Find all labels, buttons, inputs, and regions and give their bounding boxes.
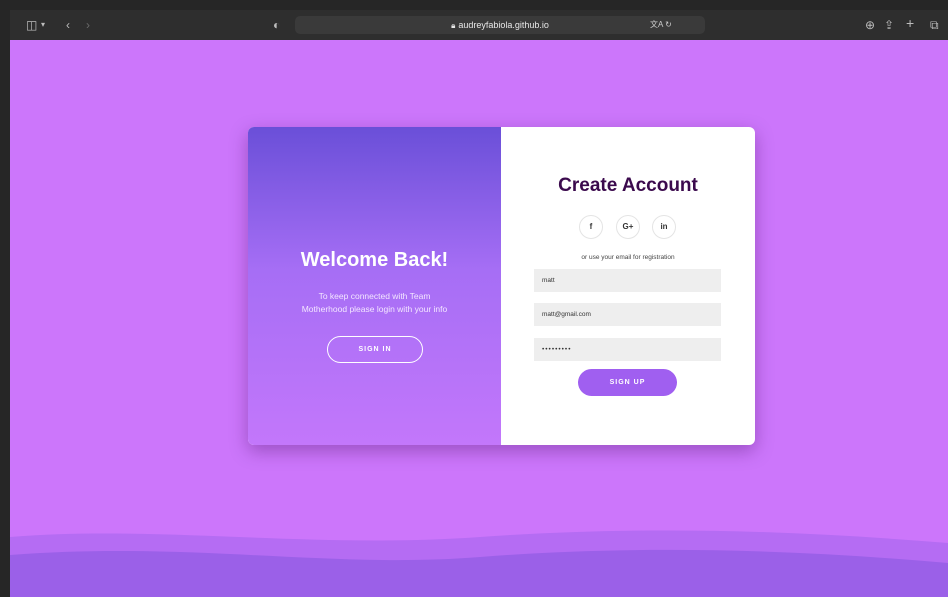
- tabs-icon[interactable]: ⧉: [930, 17, 939, 33]
- sidebar-icon[interactable]: ◫: [26, 17, 37, 33]
- page: Welcome Back! To keep connected with Tea…: [10, 40, 948, 597]
- email-field[interactable]: matt@gmail.com: [534, 303, 721, 326]
- forward-icon[interactable]: ›: [86, 17, 90, 33]
- address-bar[interactable]: 🔒︎ audreyfabiola.github.io 文A ↻: [295, 16, 705, 34]
- download-icon[interactable]: ⊕: [865, 17, 875, 33]
- linkedin-icon[interactable]: in: [652, 215, 676, 239]
- url-text: audreyfabiola.github.io: [458, 20, 549, 30]
- plus-icon[interactable]: +: [906, 15, 914, 31]
- chevron-down-icon[interactable]: ▾: [41, 17, 45, 33]
- welcome-title: Welcome Back!: [300, 249, 449, 271]
- share-icon[interactable]: ⇪: [884, 17, 894, 33]
- social-links: f G+ in: [501, 215, 755, 239]
- lock-icon: 🔒︎: [451, 21, 456, 30]
- background-waves: [10, 530, 948, 597]
- back-icon[interactable]: ‹: [66, 17, 70, 33]
- welcome-text-line2: Motherhood please login with your info: [301, 304, 448, 314]
- name-field[interactable]: matt: [534, 269, 721, 292]
- auth-card: Welcome Back! To keep connected with Tea…: [248, 127, 755, 445]
- form-title: Create Account: [558, 175, 698, 196]
- password-field[interactable]: •••••••••: [534, 338, 721, 361]
- sign-in-button[interactable]: SIGN IN: [327, 336, 423, 363]
- overlay-panel: Welcome Back! To keep connected with Tea…: [248, 127, 501, 445]
- welcome-text-line1: To keep connected with Team: [318, 291, 431, 301]
- translate-icon[interactable]: 文A ↻: [650, 18, 672, 32]
- welcome-text: To keep connected with Team Motherhood p…: [248, 290, 501, 316]
- signup-form: Create Account f G+ in or use your email…: [501, 127, 755, 445]
- browser-toolbar: ◫ ▾ ‹ › ◐ 🔒︎ audreyfabiola.github.io 文A ↻…: [10, 10, 948, 40]
- registration-hint: or use your email for registration: [581, 254, 675, 261]
- google-plus-icon[interactable]: G+: [616, 215, 640, 239]
- facebook-icon[interactable]: f: [579, 215, 603, 239]
- shield-icon[interactable]: ◐: [273, 17, 280, 33]
- sign-up-button[interactable]: SIGN UP: [578, 369, 677, 396]
